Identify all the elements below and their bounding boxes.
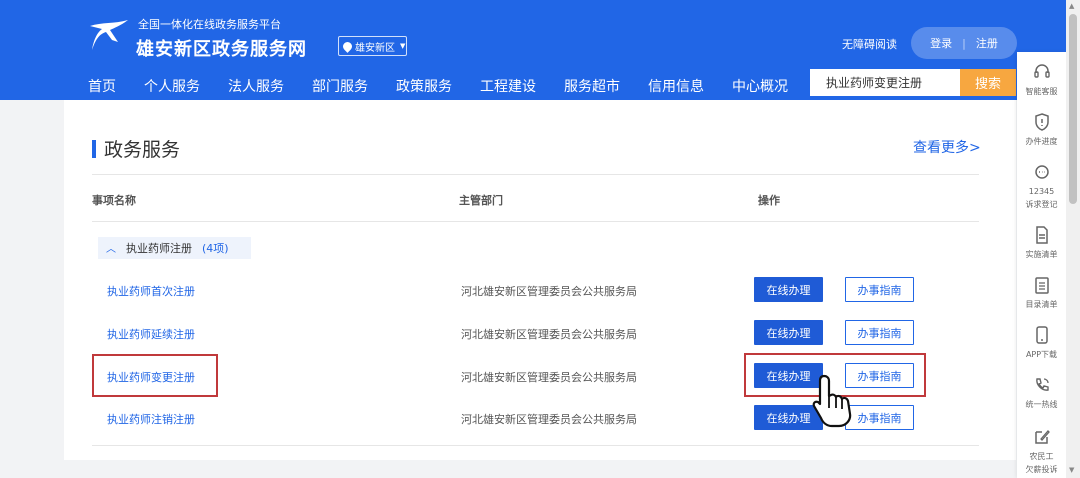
service-dept: 河北雄安新区管理委员会公共服务局 xyxy=(461,371,637,384)
service-name-link[interactable]: 执业药师注销注册 xyxy=(107,411,195,427)
sidebar-item-wage-complaint[interactable]: 农民工 欠薪投诉 xyxy=(1017,427,1066,476)
sidebar-item-label: 农民工 xyxy=(1029,452,1054,461)
service-card: 政务服务 查看更多> 事项名称 主管部门 操作 ︿ 执业药师注册 (4项) 执业… xyxy=(64,100,1016,460)
clipboard-icon xyxy=(1034,277,1049,294)
location-pin-icon xyxy=(341,39,354,53)
online-handle-button[interactable]: 在线办理 xyxy=(754,320,823,345)
search-button[interactable]: 搜索 xyxy=(960,69,1016,96)
platform-subtitle: 全国一体化在线政务服务平台 xyxy=(138,18,281,31)
divider xyxy=(92,445,979,446)
sidebar-item-label: 实施清单 xyxy=(1025,250,1058,259)
sidebar-item-12345[interactable]: 12345 诉求登记 xyxy=(1017,162,1066,211)
nav-item-service-market[interactable]: 服务超市 xyxy=(564,76,620,96)
column-header-dept: 主管部门 xyxy=(459,194,503,207)
group-count: (4项) xyxy=(202,242,229,255)
register-link[interactable]: 注册 xyxy=(976,35,998,51)
nav-item-personal[interactable]: 个人服务 xyxy=(144,76,200,96)
nav-item-construction[interactable]: 工程建设 xyxy=(480,76,536,96)
section-title: 政务服务 xyxy=(104,139,181,161)
chevron-up-icon: ︿ xyxy=(106,243,116,255)
sidebar-item-app-download[interactable]: APP下载 xyxy=(1017,325,1066,361)
sidebar-item-label: 统一热线 xyxy=(1025,400,1058,409)
group-toggle[interactable]: ︿ 执业药师注册 (4项) xyxy=(98,237,251,259)
nav-item-center-overview[interactable]: 中心概况 xyxy=(732,76,788,96)
guide-button[interactable]: 办事指南 xyxy=(845,320,914,345)
sidebar-item-implementation-list[interactable]: 实施清单 xyxy=(1017,225,1066,261)
accessibility-link[interactable]: 无障碍阅读 xyxy=(842,36,897,52)
hotline-icon xyxy=(1035,378,1049,391)
divider xyxy=(92,221,979,222)
nav-item-legal-entity[interactable]: 法人服务 xyxy=(228,76,284,96)
support-icon xyxy=(1034,165,1049,179)
column-header-action: 操作 xyxy=(758,194,780,207)
section-accent-bar xyxy=(92,139,96,158)
sidebar-item-label: 欠薪投诉 xyxy=(1025,465,1058,474)
service-dept: 河北雄安新区管理委员会公共服务局 xyxy=(461,328,637,341)
hand-pointer-icon xyxy=(812,374,852,428)
view-more-link[interactable]: 查看更多> xyxy=(913,137,981,157)
sidebar-item-label: 诉求登记 xyxy=(1025,200,1058,209)
service-dept: 河北雄安新区管理委员会公共服务局 xyxy=(461,285,637,298)
edit-icon xyxy=(1034,430,1050,444)
nav-item-policy[interactable]: 政策服务 xyxy=(396,76,452,96)
sidebar-item-label: 办件进度 xyxy=(1025,137,1058,146)
phone-icon xyxy=(1035,326,1048,344)
shield-icon xyxy=(1034,113,1049,131)
page-scrollbar[interactable]: ▲ ▼ xyxy=(1066,0,1080,478)
nav-item-credit[interactable]: 信用信息 xyxy=(648,76,704,96)
site-header: 全国一体化在线政务服务平台 雄安新区政务服务网 雄安新区 ▼ 无障碍阅读 登录 … xyxy=(0,0,1080,100)
document-icon xyxy=(1035,226,1048,244)
login-separator: | xyxy=(962,36,966,50)
sidebar-item-label: APP下载 xyxy=(1025,350,1058,359)
headset-icon xyxy=(1033,64,1050,78)
highlight-box-name xyxy=(92,354,218,397)
divider xyxy=(92,174,979,175)
guide-button[interactable]: 办事指南 xyxy=(845,277,914,302)
nav-item-home[interactable]: 首页 xyxy=(88,76,116,96)
sidebar-item-progress[interactable]: 办件进度 xyxy=(1017,112,1066,148)
sidebar-item-catalog[interactable]: 目录清单 xyxy=(1017,275,1066,311)
search-input[interactable] xyxy=(810,69,960,96)
sidebar-item-label: 智能客服 xyxy=(1025,87,1058,96)
column-header-name: 事项名称 xyxy=(92,194,136,207)
scroll-down-arrow-icon[interactable]: ▼ xyxy=(1069,466,1074,474)
sidebar-item-label: 目录清单 xyxy=(1025,300,1058,309)
login-link[interactable]: 登录 xyxy=(930,35,952,51)
scroll-up-arrow-icon[interactable]: ▲ xyxy=(1069,2,1074,10)
right-toolbar: 智能客服 办件进度 12345 诉求登记 实施清单 目录清单 APP下载 统一热… xyxy=(1017,52,1066,478)
section-heading: 政务服务 xyxy=(92,135,180,162)
region-selector[interactable]: 雄安新区 ▼ xyxy=(338,36,407,56)
sidebar-item-smart-service[interactable]: 智能客服 xyxy=(1017,62,1066,98)
scroll-thumb[interactable] xyxy=(1069,14,1077,204)
sidebar-item-label: 12345 xyxy=(1028,187,1055,196)
sidebar-item-hotline[interactable]: 统一热线 xyxy=(1017,375,1066,411)
caret-down-icon: ▼ xyxy=(400,42,406,50)
service-name-link[interactable]: 执业药师首次注册 xyxy=(107,283,195,299)
service-name-link[interactable]: 执业药师延续注册 xyxy=(107,326,195,342)
site-title[interactable]: 雄安新区政务服务网 xyxy=(136,35,307,61)
region-label: 雄安新区 xyxy=(355,42,395,54)
online-handle-button[interactable]: 在线办理 xyxy=(754,277,823,302)
bird-logo-icon[interactable] xyxy=(88,16,130,54)
nav-item-departments[interactable]: 部门服务 xyxy=(312,76,368,96)
login-register-pill: 登录 | 注册 xyxy=(911,27,1017,59)
main-nav: 首页 个人服务 法人服务 部门服务 政策服务 工程建设 服务超市 信用信息 中心… xyxy=(88,76,816,96)
service-dept: 河北雄安新区管理委员会公共服务局 xyxy=(461,413,637,426)
group-label: 执业药师注册 xyxy=(126,242,192,255)
